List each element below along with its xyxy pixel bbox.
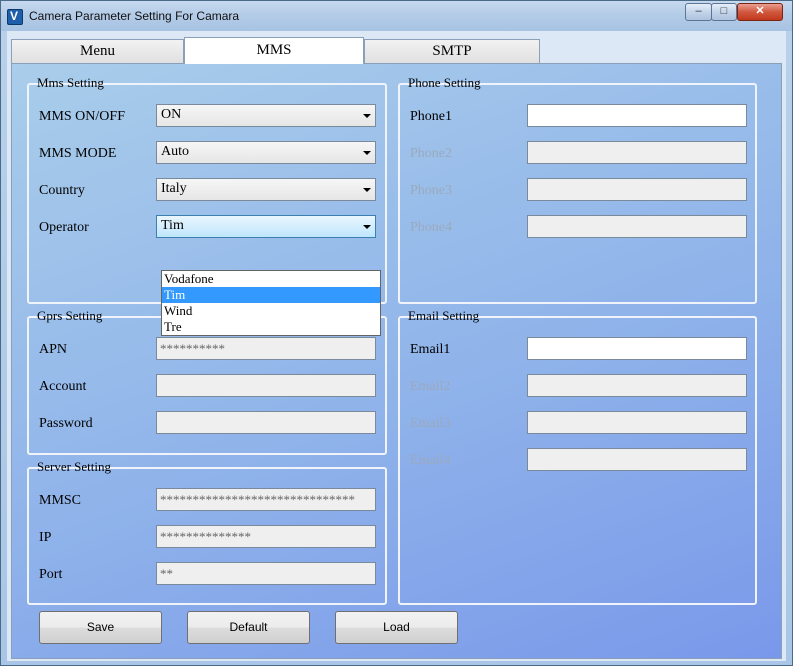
mms-onoff-select[interactable]: ON [156, 104, 376, 127]
chevron-down-icon [363, 188, 371, 192]
tab-smtp[interactable]: SMTP [364, 39, 540, 63]
title-bar[interactable]: Camera Parameter Setting For Camara – □ … [1, 1, 792, 31]
default-button[interactable]: Default [187, 611, 310, 644]
phone-setting-title: Phone Setting [408, 75, 481, 90]
operator-option-tim[interactable]: Tim [162, 287, 380, 303]
chevron-down-icon [363, 151, 371, 155]
country-label: Country [39, 183, 85, 198]
email2-input[interactable] [527, 374, 747, 397]
email3-label: Email3 [410, 416, 451, 431]
maximize-button[interactable]: □ [711, 3, 737, 21]
tab-mms[interactable]: MMS [184, 37, 364, 64]
mms-tab-panel: Mms Setting MMS ON/OFF ON MMS MODE Auto … [11, 63, 782, 659]
mms-setting-title: Mms Setting [37, 75, 104, 90]
country-select[interactable]: Italy [156, 178, 376, 201]
email1-label: Email1 [410, 342, 451, 357]
mmsc-input[interactable] [156, 488, 376, 511]
server-setting-group: Server Setting MMSC IP Port [27, 459, 387, 605]
mms-onoff-value: ON [161, 107, 182, 122]
phone1-input[interactable] [527, 104, 747, 127]
email3-input[interactable] [527, 411, 747, 434]
account-input[interactable] [156, 374, 376, 397]
password-input[interactable] [156, 411, 376, 434]
chevron-down-icon [363, 225, 371, 229]
phone1-label: Phone1 [410, 109, 452, 124]
server-setting-title: Server Setting [37, 459, 112, 474]
phone4-label: Phone4 [410, 220, 452, 235]
mms-onoff-label: MMS ON/OFF [39, 109, 125, 124]
minimize-button[interactable]: – [685, 3, 712, 21]
apn-label: APN [39, 342, 68, 357]
email4-label: Email4 [410, 453, 451, 468]
app-window: Camera Parameter Setting For Camara – □ … [0, 0, 793, 666]
email4-input[interactable] [527, 448, 747, 471]
mms-mode-select[interactable]: Auto [156, 141, 376, 164]
account-label: Account [39, 379, 87, 394]
tab-menu[interactable]: Menu [11, 39, 184, 63]
close-button[interactable]: ✕ [737, 3, 783, 21]
phone4-input[interactable] [527, 215, 747, 238]
port-input[interactable] [156, 562, 376, 585]
email-setting-title: Email Setting [408, 308, 480, 323]
gprs-setting-group: Gprs Setting APN Account Password [27, 308, 387, 455]
password-label: Password [39, 416, 93, 431]
operator-label: Operator [39, 220, 89, 235]
phone3-input[interactable] [527, 178, 747, 201]
gprs-setting-title: Gprs Setting [37, 308, 103, 323]
load-button[interactable]: Load [335, 611, 458, 644]
email-setting-group: Email Setting Email1 Email2 Email3 Email… [398, 308, 757, 605]
email2-label: Email2 [410, 379, 451, 394]
phone2-input[interactable] [527, 141, 747, 164]
country-value: Italy [161, 181, 187, 196]
phone2-label: Phone2 [410, 146, 452, 161]
operator-value: Tim [161, 218, 184, 233]
app-logo-icon [7, 9, 23, 25]
client-area: Menu MMS SMTP Mms Setting MMS ON/OFF ON … [7, 31, 786, 661]
operator-option-vodafone[interactable]: Vodafone [162, 271, 380, 287]
phone3-label: Phone3 [410, 183, 452, 198]
save-button[interactable]: Save [39, 611, 162, 644]
email1-input[interactable] [527, 337, 747, 360]
window-title: Camera Parameter Setting For Camara [29, 9, 240, 23]
ip-label: IP [39, 530, 52, 545]
mmsc-label: MMSC [39, 493, 82, 508]
operator-dropdown-list: Vodafone Tim Wind Tre [161, 270, 381, 336]
chevron-down-icon [363, 114, 371, 118]
operator-select[interactable]: Tim [156, 215, 376, 238]
mms-mode-label: MMS MODE [39, 146, 117, 161]
operator-option-tre[interactable]: Tre [162, 319, 380, 335]
operator-option-wind[interactable]: Wind [162, 303, 380, 319]
apn-input[interactable] [156, 337, 376, 360]
phone-setting-group: Phone Setting Phone1 Phone2 Phone3 Phone… [398, 75, 757, 304]
mms-mode-value: Auto [161, 144, 189, 159]
ip-input[interactable] [156, 525, 376, 548]
port-label: Port [39, 567, 63, 582]
